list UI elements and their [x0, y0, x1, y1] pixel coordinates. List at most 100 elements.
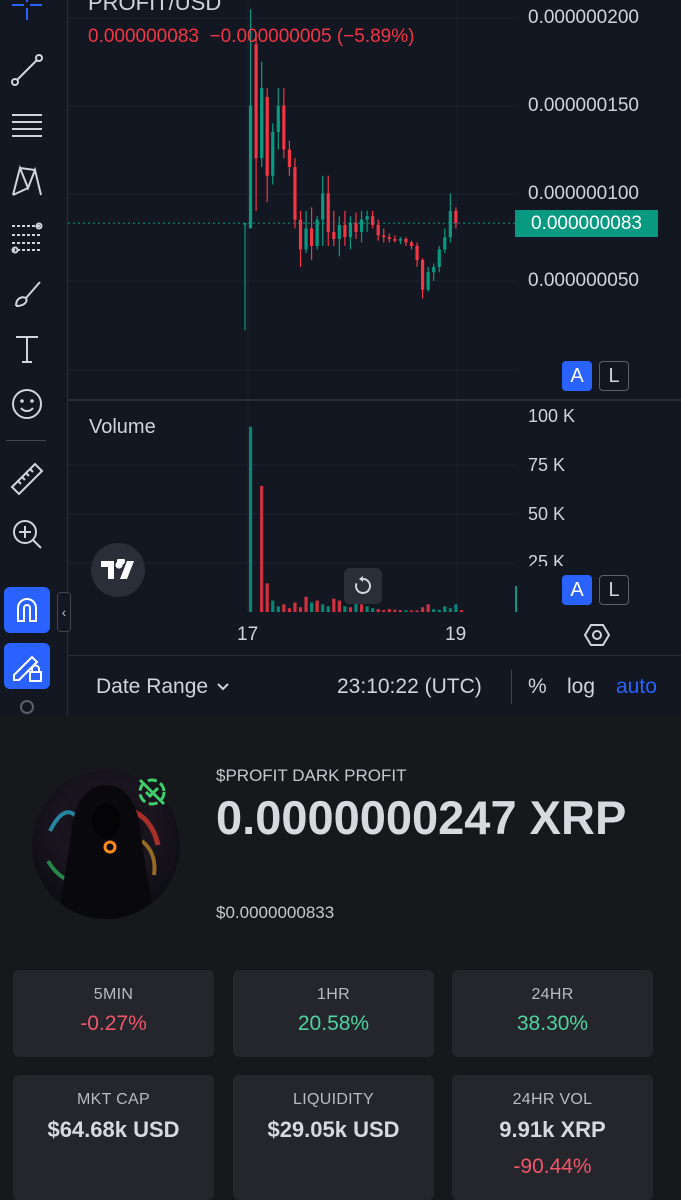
more-tool[interactable]: [4, 697, 50, 716]
volume-bar: [382, 610, 386, 612]
volume-bar: [287, 608, 291, 612]
settings-icon[interactable]: [583, 621, 611, 649]
symbol-title: PROFIT/USD: [88, 0, 222, 15]
stat-label: LIQUIDITY: [293, 1091, 374, 1108]
price-axis-label: 0.000000100: [528, 183, 639, 204]
stat-card-24hr: 24HR 38.30%: [452, 970, 653, 1057]
text-tool[interactable]: [4, 326, 50, 372]
auto-button[interactable]: auto: [616, 675, 657, 699]
volume-bar: [282, 604, 286, 612]
candle-body: [310, 228, 314, 246]
volume-auto-scale-button[interactable]: A: [562, 575, 592, 605]
stat-card-24hr-volume: 24HR VOL 9.91k XRP -90.44%: [452, 1075, 653, 1200]
token-usd-price: $0.0000000833: [216, 903, 335, 922]
volume-bar: [359, 604, 364, 612]
emoji-tool[interactable]: [4, 381, 50, 427]
crosshair-tool[interactable]: [4, 0, 50, 28]
crosshair-icon: [12, 0, 42, 20]
candle-body: [265, 96, 269, 176]
date-range-label: Date Range: [96, 675, 209, 698]
candle-body: [437, 249, 441, 267]
log-scale-button[interactable]: L: [599, 361, 629, 391]
volume-bar: [515, 586, 517, 612]
collapse-toolbar-button[interactable]: ‹: [57, 592, 71, 632]
volume-bar: [332, 598, 336, 612]
volume-bar: [365, 606, 369, 612]
horizontal-lines-icon: [12, 114, 42, 137]
zoom-in-tool[interactable]: [4, 511, 50, 557]
volume-bar: [426, 604, 430, 612]
volume-bar: [348, 607, 353, 612]
volume-bar: [321, 604, 325, 612]
candle-body: [326, 193, 330, 232]
zoom-in-icon: [13, 520, 42, 549]
candle-body: [448, 210, 452, 238]
trend-line-icon: [11, 54, 43, 86]
price-axis-label: 0.000000050: [528, 270, 639, 291]
trend-line-tool[interactable]: [4, 47, 50, 93]
magnet-icon: [17, 598, 37, 622]
fib-tool[interactable]: [4, 214, 50, 260]
horizontal-lines-tool[interactable]: [4, 103, 50, 149]
stat-label: 24HR: [531, 986, 574, 1003]
volume-axis-label: 50 K: [528, 504, 566, 524]
utc-clock[interactable]: 23:10:22 (UTC): [337, 675, 482, 699]
pattern-tool[interactable]: [4, 158, 50, 204]
token-price: 0.0000000247 XRP: [216, 791, 627, 844]
brush-tool[interactable]: [4, 270, 50, 316]
verified-badge-icon: [138, 778, 166, 806]
stat-label: 24HR VOL: [512, 1091, 593, 1108]
candle-body: [271, 131, 275, 176]
tradingview-logo[interactable]: [91, 543, 145, 597]
percent-scale-button[interactable]: %: [528, 675, 547, 699]
stat-card-1hr: 1HR 20.58%: [233, 970, 434, 1057]
divider: [511, 670, 512, 704]
candle-body: [365, 216, 369, 220]
candle-body: [282, 105, 286, 150]
candle-body: [243, 223, 247, 225]
brush-icon: [15, 281, 41, 307]
volume-bar: [260, 485, 264, 612]
volume-bar: [415, 610, 419, 612]
candle-body: [276, 105, 280, 132]
candle-body: [387, 237, 391, 239]
fib-icon: [11, 222, 43, 254]
text-icon: [16, 336, 38, 363]
volume-bar: [421, 607, 425, 612]
volume-bar: [310, 602, 314, 612]
stat-subvalue: -90.44%: [513, 1155, 592, 1178]
volume-bar: [404, 610, 408, 612]
volume-bar: [448, 608, 452, 612]
log-button[interactable]: log: [567, 675, 595, 699]
volume-bar: [293, 602, 297, 612]
date-range-button[interactable]: Date Range: [96, 675, 230, 699]
volume-bar: [371, 608, 375, 612]
candle-body: [454, 210, 458, 224]
ruler-tool[interactable]: [4, 456, 50, 502]
emoji-icon: [12, 389, 42, 419]
volume-log-scale-button[interactable]: L: [599, 575, 629, 605]
stat-label: 5MIN: [93, 986, 134, 1003]
ruler-icon: [10, 462, 44, 496]
candle-body: [332, 231, 336, 239]
volume-bar: [315, 600, 319, 612]
candle-body: [376, 224, 380, 236]
volume-bar: [393, 609, 397, 612]
lock-drawing-tool[interactable]: [4, 643, 50, 689]
stat-value: $64.68k USD: [47, 1117, 180, 1142]
auto-scale-button[interactable]: A: [562, 361, 592, 391]
stat-card-5min: 5MIN -0.27%: [13, 970, 214, 1057]
magnet-tool[interactable]: [4, 587, 50, 633]
candle-body: [393, 238, 397, 241]
volume-pane-title: Volume: [89, 416, 156, 438]
candle-body: [321, 193, 325, 220]
reset-chart-button[interactable]: [344, 568, 382, 604]
stat-label: 1HR: [317, 986, 350, 1003]
time-axis-label: 17: [237, 624, 259, 645]
volume-bar: [248, 426, 253, 612]
volume-bar: [398, 610, 402, 612]
candle-body: [404, 238, 408, 243]
volume-bar: [387, 609, 391, 612]
volume-bar: [304, 596, 308, 612]
stat-value: 9.91k XRP: [499, 1117, 606, 1142]
